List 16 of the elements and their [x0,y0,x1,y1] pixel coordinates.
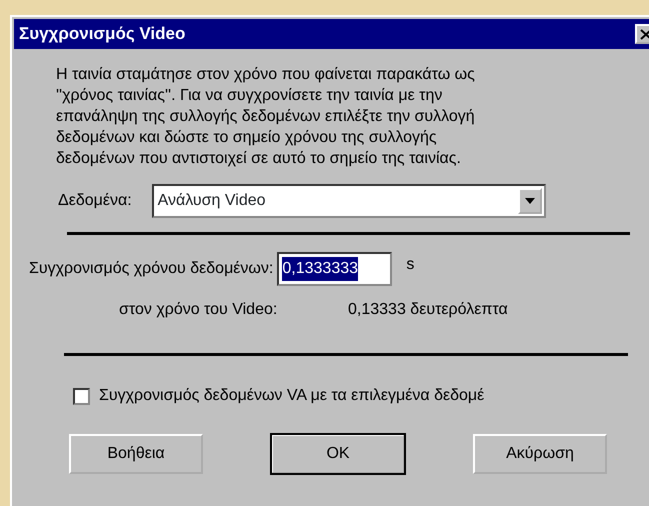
unit-label: s [406,255,414,275]
close-icon [640,28,649,40]
sync-time-label: Συγχρονισμός χρόνου δεδομένων: [29,259,274,279]
checkbox-label: Συγχρονισμός δεδομένων VA με τα επιλεγμένα δεδομέ [99,386,484,406]
dropdown-arrow-icon [524,198,535,204]
data-label: Δεδομένα: [58,191,132,211]
sync-time-field[interactable]: 0,1333333 [277,252,392,286]
checkbox[interactable] [73,388,90,404]
dialog-button[interactable]: Ακύρωση [473,434,607,474]
instruction-text: Η ταινία σταμάτησε στον χρόνο που φαίνεται παρακάτω ως ''χρόνος ταινίας''. Για να συγχρονίσετε την ταινία με την επανάληψη της συλλογής δεδομένων επιλέξτε την συλλογή δεδομένων και δώστε το σημείο χρόνου της συλλογής δεδομένων που αντιστοιχεί σε αυτό το σημείο της ταινίας. [56,65,476,169]
video-time-label: στον χρόνο του Video: [119,300,278,320]
data-dropdown[interactable]: Ανάλυση Video [152,184,546,218]
dialog-button[interactable]: OK [271,434,405,474]
video-time-value: 0,13333 δευτερόλεπτα [348,300,508,320]
dialog-button[interactable]: Βοήθεια [69,434,203,474]
window-title: Συγχρονισμός Video [19,23,186,46]
